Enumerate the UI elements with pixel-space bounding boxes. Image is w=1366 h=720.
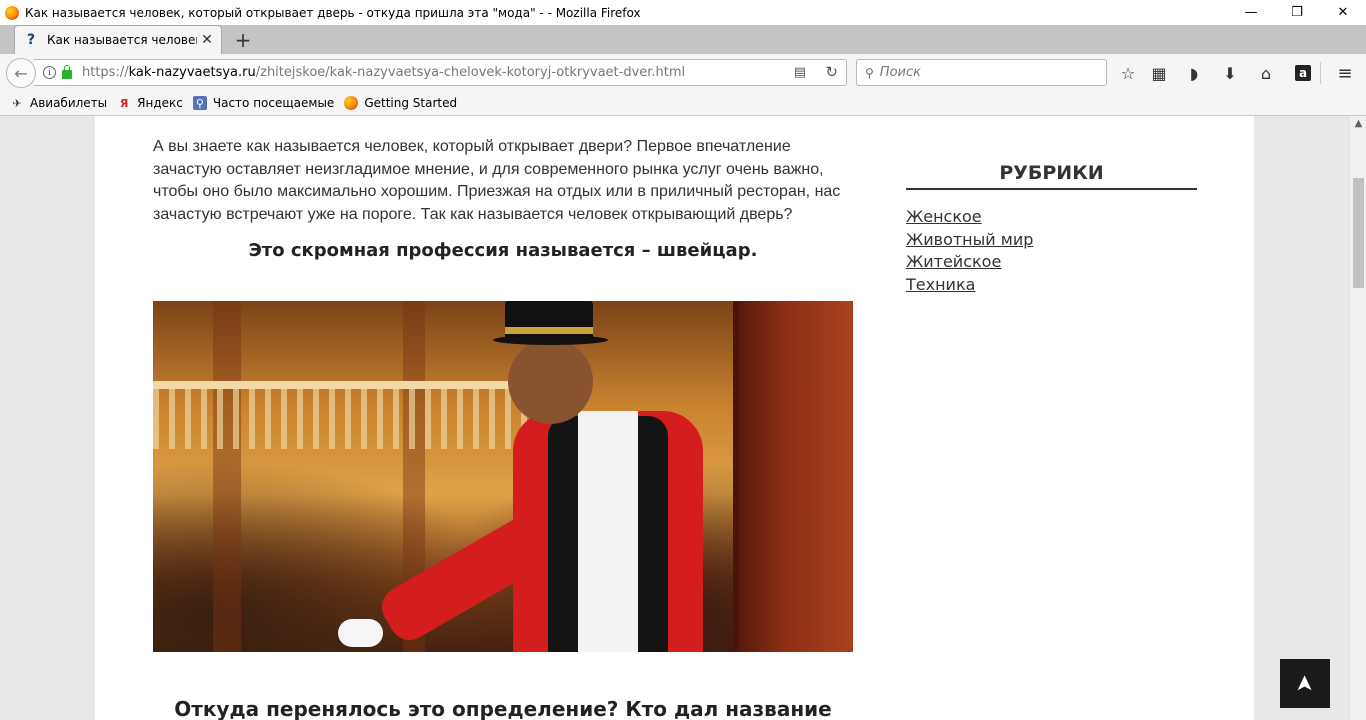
url-host: kak-nazyvaetsya.ru	[128, 65, 256, 80]
page-viewport: А вы знаете как называется человек, кото…	[0, 116, 1349, 720]
reload-icon[interactable]: ↻	[825, 63, 838, 81]
bookmark-label: Getting Started	[364, 96, 458, 110]
bookmark-yandex[interactable]: Я Яндекс	[117, 96, 183, 110]
bookmarks-toolbar: ✈ Авиабилеты Я Яндекс ⚲ Часто посещаемые…	[0, 91, 1366, 116]
photo-hat-brim	[493, 335, 608, 345]
tab-close-icon[interactable]: ✕	[199, 32, 215, 48]
new-tab-button[interactable]: +	[233, 28, 253, 52]
hamburger-menu-icon[interactable]: ≡	[1335, 63, 1355, 84]
photo-glove	[338, 619, 383, 647]
lock-icon	[62, 65, 72, 79]
category-item: Женское	[906, 206, 1197, 229]
article-subheading: Это скромная профессия называется – швей…	[248, 240, 758, 261]
bookmark-most-visited[interactable]: ⚲ Часто посещаемые	[192, 96, 335, 110]
url-path: /zhitejskoe/kak-nazyvaetsya-chelovek-kot…	[255, 65, 686, 80]
window-controls: — ❐ ✕	[1228, 0, 1366, 25]
article-intro: А вы знаете как называется человек, кото…	[153, 138, 841, 223]
scroll-up-icon[interactable]: ▲	[1350, 118, 1366, 129]
amazon-icon[interactable]: a	[1295, 65, 1311, 81]
firefox-logo-icon	[5, 5, 19, 20]
bookmark-getting-started[interactable]: Getting Started	[344, 96, 457, 110]
page-container: А вы знаете как называется человек, кото…	[95, 116, 1254, 720]
search-placeholder: Поиск	[879, 65, 921, 80]
bookmark-aviabilety[interactable]: ✈ Авиабилеты	[10, 96, 107, 110]
search-icon: ⚲	[865, 65, 874, 80]
url-protocol: https://	[82, 65, 129, 80]
navigation-toolbar: i https://kak-nazyvaetsya.ru/zhitejskoe/…	[0, 54, 1366, 91]
airplane-icon: ✈	[12, 96, 22, 110]
arrow-up-icon: ➤	[1292, 674, 1318, 693]
tab-title: Как называется человек, ко	[47, 33, 197, 47]
category-link-tehnika[interactable]: Техника	[906, 275, 975, 294]
article-section-heading: Откуда перенялось это определение? Кто д…	[174, 697, 832, 720]
reader-view-icon[interactable]: ▤	[794, 65, 806, 80]
bookmark-label: Авиабилеты	[30, 96, 108, 110]
page-scrollbar[interactable]: ▲	[1349, 116, 1366, 720]
bookmark-star-icon[interactable]: ☆	[1118, 63, 1138, 83]
firefox-icon	[344, 96, 359, 110]
article: А вы знаете как называется человек, кото…	[153, 136, 853, 720]
window-titlebar: Как называется человек, который открывае…	[0, 0, 1366, 25]
toolbar-separator	[1320, 62, 1321, 84]
doorman-photo	[153, 301, 853, 652]
pocket-icon[interactable]: ◗	[1184, 63, 1204, 83]
minimize-button[interactable]: —	[1228, 0, 1274, 25]
url-bar[interactable]: i https://kak-nazyvaetsya.ru/zhitejskoe/…	[34, 59, 847, 86]
library-icon[interactable]: ▦	[1149, 63, 1169, 83]
bookmark-label: Часто посещаемые	[212, 96, 335, 110]
category-list: Женское Животный мир Житейское Техника	[906, 206, 1197, 296]
download-icon[interactable]: ⬇	[1220, 63, 1240, 83]
tab-strip: ? Как называется человек, ко ✕ +	[0, 25, 1366, 54]
tab-active[interactable]: ? Как называется человек, ко ✕	[14, 25, 222, 54]
category-link-zhivotnyj-mir[interactable]: Животный мир	[906, 230, 1033, 249]
most-visited-icon: ⚲	[192, 96, 207, 110]
photo-head	[508, 339, 593, 424]
photo-hat-band	[505, 327, 593, 334]
category-link-zhitejskoe[interactable]: Житейское	[906, 252, 1001, 271]
restore-button[interactable]: ❐	[1274, 0, 1320, 25]
close-window-button[interactable]: ✕	[1320, 0, 1366, 25]
back-to-top-button[interactable]: ➤	[1280, 659, 1330, 708]
back-button[interactable]: ←	[6, 58, 36, 88]
category-item: Житейское	[906, 251, 1197, 274]
scrollbar-thumb[interactable]	[1353, 178, 1364, 288]
photo-column	[213, 301, 241, 652]
bookmark-label: Яндекс	[137, 96, 183, 110]
question-favicon-icon: ?	[27, 32, 36, 48]
photo-balusters	[153, 389, 573, 449]
url-text[interactable]: https://kak-nazyvaetsya.ru/zhitejskoe/ka…	[82, 65, 685, 80]
photo-door	[733, 301, 853, 652]
sidebar-title: РУБРИКИ	[906, 162, 1197, 190]
info-icon[interactable]: i	[43, 66, 56, 79]
category-item: Животный мир	[906, 229, 1197, 252]
window-title: Как называется человек, который открывае…	[25, 5, 641, 20]
sidebar: РУБРИКИ Женское Животный мир Житейское Т…	[906, 162, 1197, 296]
category-link-zhenskoe[interactable]: Женское	[906, 207, 982, 226]
search-input[interactable]: ⚲ Поиск	[856, 59, 1107, 86]
photo-shirt	[578, 411, 638, 652]
home-icon[interactable]: ⌂	[1256, 63, 1276, 83]
yandex-icon: Я	[119, 96, 129, 110]
category-item: Техника	[906, 274, 1197, 297]
